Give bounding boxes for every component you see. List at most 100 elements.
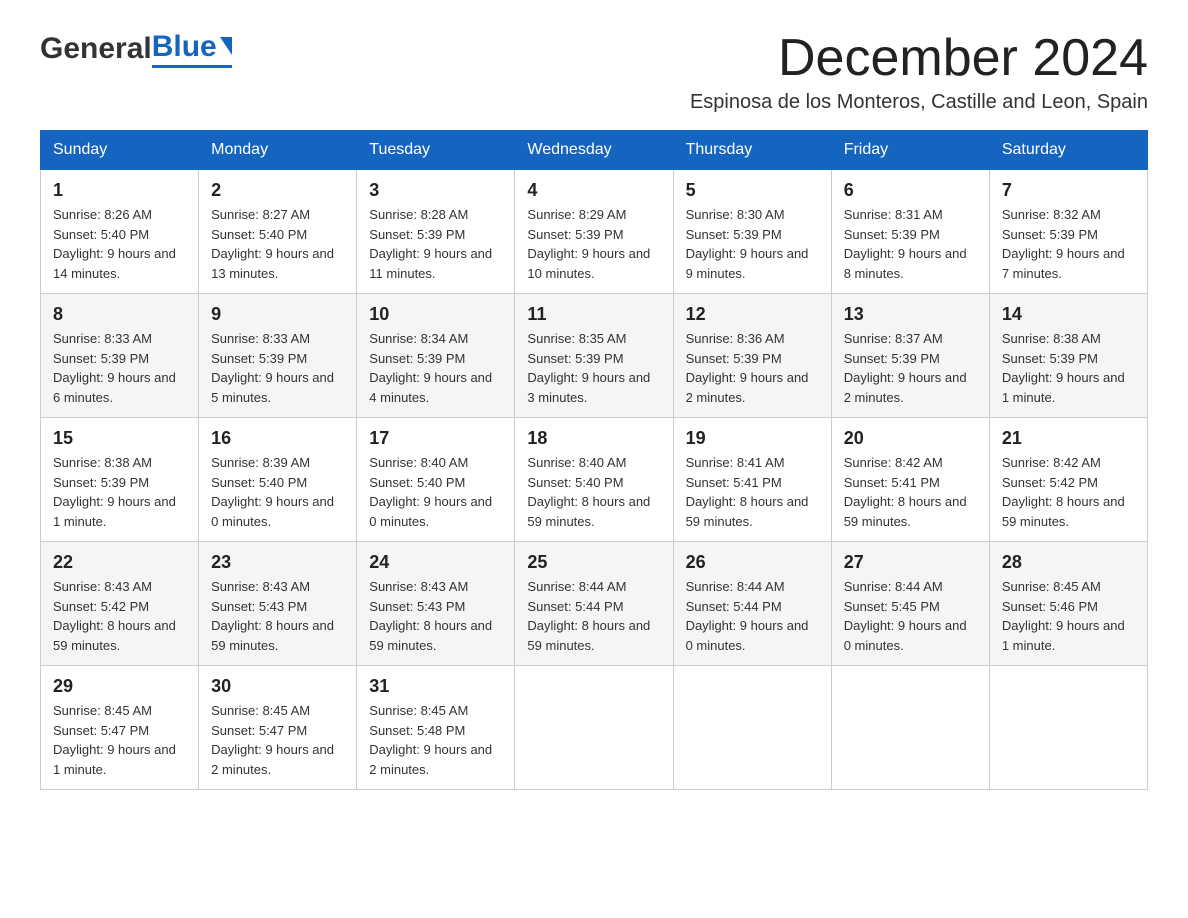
calendar-day-cell: 20 Sunrise: 8:42 AM Sunset: 5:41 PM Dayl…: [831, 418, 989, 542]
day-info: Sunrise: 8:42 AM Sunset: 5:42 PM Dayligh…: [1002, 453, 1135, 531]
day-number: 29: [53, 676, 186, 697]
month-title: December 2024: [690, 30, 1148, 87]
day-info: Sunrise: 8:42 AM Sunset: 5:41 PM Dayligh…: [844, 453, 977, 531]
day-number: 24: [369, 552, 502, 573]
calendar-header-row: SundayMondayTuesdayWednesdayThursdayFrid…: [41, 131, 1148, 170]
calendar-day-cell: 13 Sunrise: 8:37 AM Sunset: 5:39 PM Dayl…: [831, 294, 989, 418]
title-section: December 2024 Espinosa de los Monteros, …: [690, 30, 1148, 114]
day-info: Sunrise: 8:34 AM Sunset: 5:39 PM Dayligh…: [369, 329, 502, 407]
calendar-day-cell: 6 Sunrise: 8:31 AM Sunset: 5:39 PM Dayli…: [831, 170, 989, 294]
calendar-day-header: Thursday: [673, 131, 831, 170]
day-number: 22: [53, 552, 186, 573]
day-info: Sunrise: 8:44 AM Sunset: 5:45 PM Dayligh…: [844, 577, 977, 655]
calendar-day-cell: 3 Sunrise: 8:28 AM Sunset: 5:39 PM Dayli…: [357, 170, 515, 294]
day-number: 14: [1002, 304, 1135, 325]
calendar-day-cell: [831, 666, 989, 790]
day-number: 31: [369, 676, 502, 697]
calendar-day-cell: 18 Sunrise: 8:40 AM Sunset: 5:40 PM Dayl…: [515, 418, 673, 542]
calendar-day-cell: 2 Sunrise: 8:27 AM Sunset: 5:40 PM Dayli…: [199, 170, 357, 294]
day-number: 25: [527, 552, 660, 573]
day-info: Sunrise: 8:31 AM Sunset: 5:39 PM Dayligh…: [844, 205, 977, 283]
day-info: Sunrise: 8:43 AM Sunset: 5:42 PM Dayligh…: [53, 577, 186, 655]
day-number: 2: [211, 180, 344, 201]
day-number: 28: [1002, 552, 1135, 573]
calendar-day-header: Sunday: [41, 131, 199, 170]
calendar-week-row: 29 Sunrise: 8:45 AM Sunset: 5:47 PM Dayl…: [41, 666, 1148, 790]
calendar-week-row: 1 Sunrise: 8:26 AM Sunset: 5:40 PM Dayli…: [41, 170, 1148, 294]
calendar-day-header: Saturday: [989, 131, 1147, 170]
day-info: Sunrise: 8:45 AM Sunset: 5:47 PM Dayligh…: [211, 701, 344, 779]
day-info: Sunrise: 8:26 AM Sunset: 5:40 PM Dayligh…: [53, 205, 186, 283]
day-number: 20: [844, 428, 977, 449]
calendar-day-cell: 31 Sunrise: 8:45 AM Sunset: 5:48 PM Dayl…: [357, 666, 515, 790]
day-number: 9: [211, 304, 344, 325]
calendar-day-cell: 10 Sunrise: 8:34 AM Sunset: 5:39 PM Dayl…: [357, 294, 515, 418]
calendar-day-cell: 21 Sunrise: 8:42 AM Sunset: 5:42 PM Dayl…: [989, 418, 1147, 542]
calendar-day-cell: 24 Sunrise: 8:43 AM Sunset: 5:43 PM Dayl…: [357, 542, 515, 666]
day-info: Sunrise: 8:40 AM Sunset: 5:40 PM Dayligh…: [369, 453, 502, 531]
day-number: 6: [844, 180, 977, 201]
day-number: 7: [1002, 180, 1135, 201]
day-info: Sunrise: 8:45 AM Sunset: 5:46 PM Dayligh…: [1002, 577, 1135, 655]
calendar-day-cell: 30 Sunrise: 8:45 AM Sunset: 5:47 PM Dayl…: [199, 666, 357, 790]
calendar-day-cell: 5 Sunrise: 8:30 AM Sunset: 5:39 PM Dayli…: [673, 170, 831, 294]
calendar-day-header: Friday: [831, 131, 989, 170]
day-number: 19: [686, 428, 819, 449]
logo-blue-text: Blue: [152, 30, 232, 64]
day-number: 13: [844, 304, 977, 325]
calendar-day-cell: 23 Sunrise: 8:43 AM Sunset: 5:43 PM Dayl…: [199, 542, 357, 666]
day-info: Sunrise: 8:27 AM Sunset: 5:40 PM Dayligh…: [211, 205, 344, 283]
day-info: Sunrise: 8:28 AM Sunset: 5:39 PM Dayligh…: [369, 205, 502, 283]
day-number: 27: [844, 552, 977, 573]
calendar-day-cell: [673, 666, 831, 790]
day-number: 26: [686, 552, 819, 573]
day-number: 11: [527, 304, 660, 325]
calendar-day-cell: 15 Sunrise: 8:38 AM Sunset: 5:39 PM Dayl…: [41, 418, 199, 542]
day-info: Sunrise: 8:38 AM Sunset: 5:39 PM Dayligh…: [53, 453, 186, 531]
calendar-day-cell: 16 Sunrise: 8:39 AM Sunset: 5:40 PM Dayl…: [199, 418, 357, 542]
calendar-day-header: Tuesday: [357, 131, 515, 170]
location-subtitle: Espinosa de los Monteros, Castille and L…: [690, 91, 1148, 114]
calendar-day-cell: 11 Sunrise: 8:35 AM Sunset: 5:39 PM Dayl…: [515, 294, 673, 418]
day-number: 17: [369, 428, 502, 449]
calendar-week-row: 8 Sunrise: 8:33 AM Sunset: 5:39 PM Dayli…: [41, 294, 1148, 418]
day-info: Sunrise: 8:40 AM Sunset: 5:40 PM Dayligh…: [527, 453, 660, 531]
calendar-day-cell: 8 Sunrise: 8:33 AM Sunset: 5:39 PM Dayli…: [41, 294, 199, 418]
day-info: Sunrise: 8:39 AM Sunset: 5:40 PM Dayligh…: [211, 453, 344, 531]
logo-blue-section: Blue: [152, 30, 232, 68]
day-number: 5: [686, 180, 819, 201]
day-info: Sunrise: 8:35 AM Sunset: 5:39 PM Dayligh…: [527, 329, 660, 407]
day-number: 4: [527, 180, 660, 201]
day-number: 15: [53, 428, 186, 449]
day-number: 8: [53, 304, 186, 325]
day-info: Sunrise: 8:45 AM Sunset: 5:48 PM Dayligh…: [369, 701, 502, 779]
day-number: 12: [686, 304, 819, 325]
day-number: 10: [369, 304, 502, 325]
calendar-week-row: 22 Sunrise: 8:43 AM Sunset: 5:42 PM Dayl…: [41, 542, 1148, 666]
day-number: 23: [211, 552, 344, 573]
day-number: 1: [53, 180, 186, 201]
calendar-day-cell: 26 Sunrise: 8:44 AM Sunset: 5:44 PM Dayl…: [673, 542, 831, 666]
day-info: Sunrise: 8:37 AM Sunset: 5:39 PM Dayligh…: [844, 329, 977, 407]
day-info: Sunrise: 8:33 AM Sunset: 5:39 PM Dayligh…: [211, 329, 344, 407]
day-info: Sunrise: 8:43 AM Sunset: 5:43 PM Dayligh…: [211, 577, 344, 655]
calendar-day-cell: 29 Sunrise: 8:45 AM Sunset: 5:47 PM Dayl…: [41, 666, 199, 790]
day-info: Sunrise: 8:45 AM Sunset: 5:47 PM Dayligh…: [53, 701, 186, 779]
logo: General Blue: [40, 30, 232, 68]
day-number: 3: [369, 180, 502, 201]
logo-underline: [152, 65, 232, 68]
calendar-day-header: Monday: [199, 131, 357, 170]
day-info: Sunrise: 8:33 AM Sunset: 5:39 PM Dayligh…: [53, 329, 186, 407]
calendar-day-cell: 4 Sunrise: 8:29 AM Sunset: 5:39 PM Dayli…: [515, 170, 673, 294]
calendar-day-header: Wednesday: [515, 131, 673, 170]
calendar-day-cell: 1 Sunrise: 8:26 AM Sunset: 5:40 PM Dayli…: [41, 170, 199, 294]
calendar-week-row: 15 Sunrise: 8:38 AM Sunset: 5:39 PM Dayl…: [41, 418, 1148, 542]
calendar-day-cell: 7 Sunrise: 8:32 AM Sunset: 5:39 PM Dayli…: [989, 170, 1147, 294]
logo-general-text: General: [40, 32, 152, 66]
calendar-day-cell: [989, 666, 1147, 790]
calendar-day-cell: 28 Sunrise: 8:45 AM Sunset: 5:46 PM Dayl…: [989, 542, 1147, 666]
calendar-day-cell: 27 Sunrise: 8:44 AM Sunset: 5:45 PM Dayl…: [831, 542, 989, 666]
day-info: Sunrise: 8:30 AM Sunset: 5:39 PM Dayligh…: [686, 205, 819, 283]
calendar-day-cell: 22 Sunrise: 8:43 AM Sunset: 5:42 PM Dayl…: [41, 542, 199, 666]
logo-triangle-icon: [220, 37, 232, 55]
